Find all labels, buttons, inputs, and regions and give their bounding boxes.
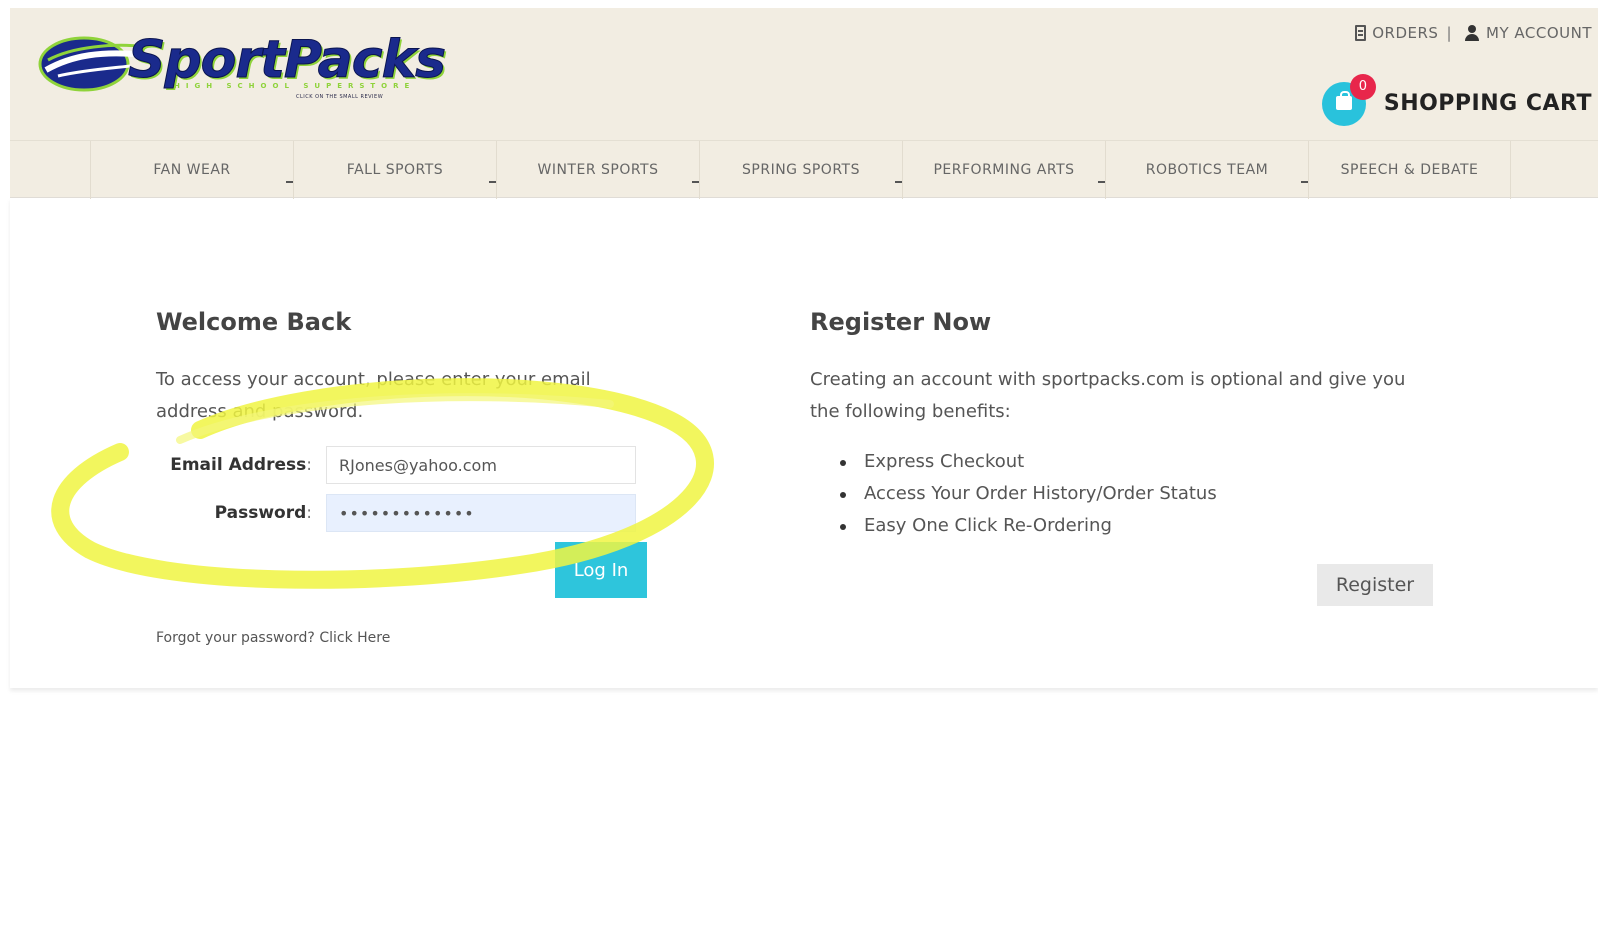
content-panel [10,198,1598,688]
my-account-label: MY ACCOUNT [1486,24,1592,42]
login-intro: To access your account, please enter you… [156,369,591,422]
nav-item-label: SPEECH & DEBATE [1340,162,1479,178]
site-header: SportPacks HIGH SCHOOL SUPERSTORE CLICK … [10,8,1598,140]
nav-item-fall-sports[interactable]: FALL SPORTS [293,141,496,199]
cart-count-badge: 0 [1349,74,1376,100]
logo-wordmark: SportPacks [127,30,446,91]
top-links-separator: | [1446,24,1452,42]
password-row: Password: [156,494,636,532]
orders-label: ORDERS [1372,24,1439,42]
forgot-password-text: Forgot your password? Click Here [156,630,390,646]
email-row: Email Address: [156,446,636,484]
register-button[interactable]: Register [1317,564,1433,606]
nav-item-label: ROBOTICS TEAM [1145,162,1269,178]
nav-item-label: WINTER SPORTS [537,162,659,178]
nav-dropdown-indicator [1098,181,1105,183]
orders-icon [1355,25,1367,41]
user-icon [1464,25,1480,41]
logo-subtagline: CLICK ON THE SMALL REVIEW [296,94,384,100]
nav-item-label: SPRING SPORTS [742,162,860,178]
shopping-cart-label: SHOPPING CART [1383,90,1592,116]
nav-dropdown-indicator [489,181,496,183]
sportpacks-logo[interactable]: SportPacks HIGH SCHOOL SUPERSTORE CLICK … [34,24,534,104]
shopping-bag-icon: 0 [1321,74,1376,126]
nav-item-label: FAN WEAR [153,162,231,178]
list-item: Easy One Click Re-Ordering [838,510,1217,542]
forgot-password-prompt: Forgot your password? [156,630,315,646]
benefits-list: Express Checkout Access Your Order Histo… [838,446,1217,542]
nav-dropdown-indicator [895,181,902,183]
email-label: Email Address: [170,455,312,475]
register-title: Register Now [810,308,992,336]
nav-item-spring-sports[interactable]: SPRING SPORTS [699,141,902,199]
nav-item-winter-sports[interactable]: WINTER SPORTS [496,141,699,199]
nav-item-label: FALL SPORTS [346,162,444,178]
register-intro: Creating an account with sportpacks.com … [810,369,1406,422]
nav-item-label: PERFORMING ARTS [933,162,1075,178]
nav-item-speech-debate[interactable]: SPEECH & DEBATE [1308,141,1511,199]
nav-item-fan-wear[interactable]: FAN WEAR [90,141,293,199]
register-section: Register Now Creating an account with sp… [810,308,1450,606]
nav-item-performing-arts[interactable]: PERFORMING ARTS [902,141,1105,199]
nav-dropdown-indicator [1301,181,1308,183]
login-button[interactable]: Log In [555,542,647,598]
shopping-cart-button[interactable]: 0 SHOPPING CART [1321,74,1592,126]
main-nav: FAN WEAR FALL SPORTS WINTER SPORTS SPRIN… [10,140,1598,199]
top-links: ORDERS | MY ACCOUNT [1355,24,1592,42]
password-field[interactable] [326,494,636,532]
nav-dropdown-indicator [692,181,699,183]
nav-dropdown-indicator [286,181,293,183]
list-item: Express Checkout [838,446,1217,478]
forgot-password-link[interactable]: Click Here [319,630,390,646]
login-section: Welcome Back To access your account, ple… [156,308,676,646]
email-field[interactable] [326,446,636,484]
nav-item-robotics-team[interactable]: ROBOTICS TEAM [1105,141,1308,199]
list-item: Access Your Order History/Order Status [838,478,1217,510]
orders-link[interactable]: ORDERS [1355,24,1438,42]
password-label: Password: [214,503,312,523]
login-title: Welcome Back [156,308,352,336]
my-account-link[interactable]: MY ACCOUNT [1464,24,1592,42]
logo-tagline: HIGH SCHOOL SUPERSTORE [174,82,416,90]
